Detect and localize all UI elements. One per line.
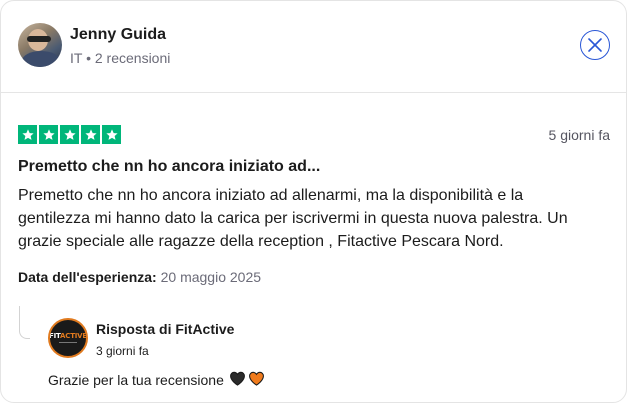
reply-hearts (229, 370, 265, 390)
avatar-glasses (27, 36, 51, 42)
star-icon (102, 125, 121, 144)
reply-body: Grazie per la tua recensione (48, 372, 224, 388)
star-rating (18, 125, 121, 144)
company-logo: FITACTIVE (48, 318, 88, 358)
logo-text-fit: FIT (49, 332, 61, 340)
star-icon (81, 125, 100, 144)
reviewer-meta: IT • 2 recensioni (70, 50, 171, 66)
review-body: Premetto che nn ho ancora iniziato ad al… (18, 187, 568, 250)
experience-label: Data dell'esperienza: (18, 269, 157, 285)
close-button[interactable] (580, 30, 610, 60)
review-card: Jenny Guida IT • 2 recensioni 5 giorni f… (0, 0, 627, 403)
experience-value: 20 maggio 2025 (160, 269, 262, 285)
star-icon (18, 125, 37, 144)
reply-title: Risposta di FitActive (96, 321, 235, 337)
review-title: Premetto che nn ho ancora iniziato ad... (18, 158, 321, 175)
company-logo-text: FITACTIVE (49, 332, 87, 340)
reviewer-header: Jenny Guida IT • 2 recensioni (1, 1, 626, 93)
review-date: 5 giorni fa (548, 127, 610, 143)
reply-connector (19, 306, 30, 339)
reviewer-name[interactable]: Jenny Guida (70, 26, 166, 44)
reviewer-avatar[interactable] (18, 23, 62, 67)
reply-date: 3 giorni fa (96, 344, 149, 358)
close-icon (588, 38, 602, 52)
logo-text-active: ACTIVE (60, 332, 87, 340)
heart-icon (229, 370, 246, 390)
heart-icon (248, 370, 265, 390)
logo-underline (59, 342, 77, 343)
star-icon (39, 125, 58, 144)
avatar-shirt (22, 51, 60, 67)
reply-body-container: Grazie per la tua recensione (48, 370, 265, 390)
star-icon (60, 125, 79, 144)
experience-date: Data dell'esperienza: 20 maggio 2025 (18, 269, 261, 285)
